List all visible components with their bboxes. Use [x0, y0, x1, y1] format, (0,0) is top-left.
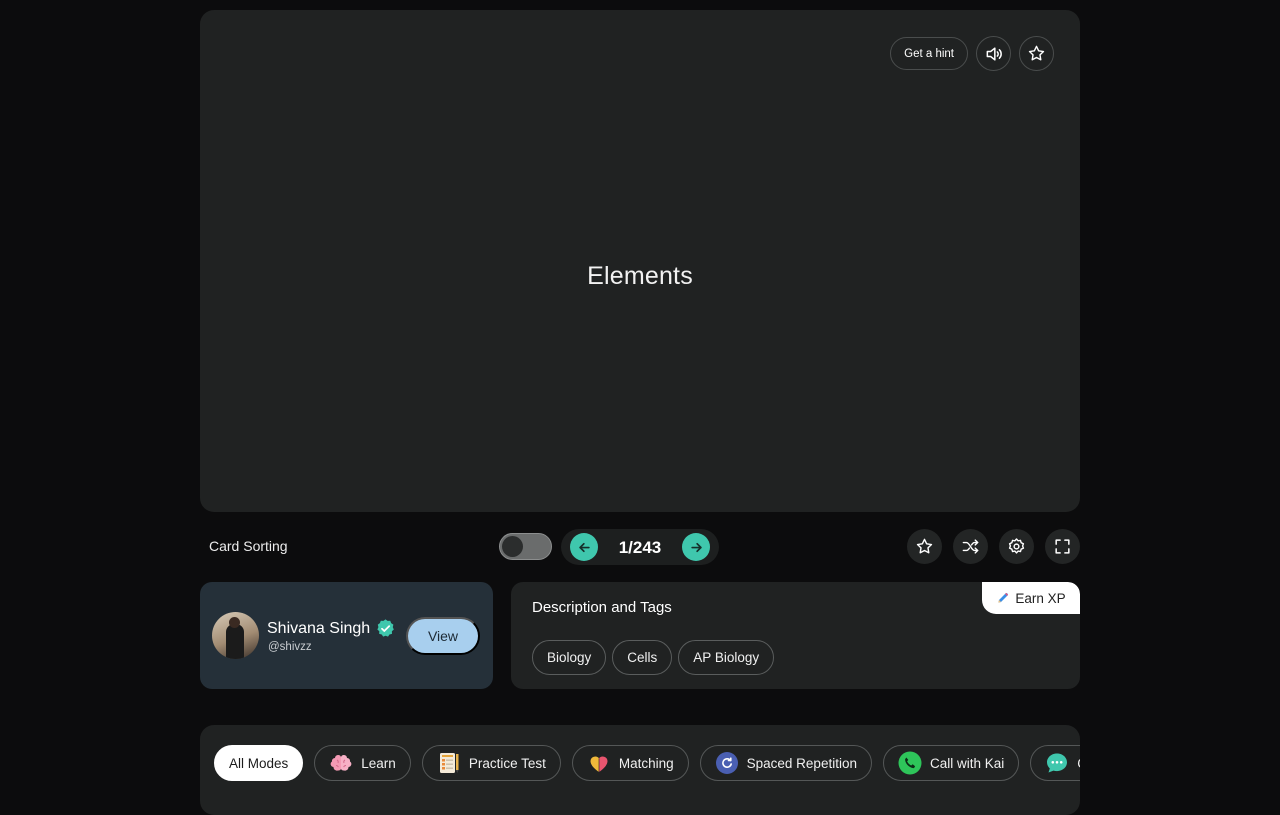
chat-icon — [1045, 751, 1069, 775]
author-card: Shivana Singh @shivzz View — [200, 582, 493, 689]
mode-matching[interactable]: Matching — [571, 745, 689, 781]
mode-label: Spaced Repetition — [746, 755, 857, 771]
card-term: Elements — [587, 262, 693, 290]
star-icon — [1028, 45, 1045, 61]
cycle-icon — [715, 751, 739, 775]
mode-label: Matching — [618, 755, 674, 771]
flashcard[interactable]: Get a hint Elements — [200, 10, 1080, 512]
card-sorting-toggle[interactable] — [499, 533, 552, 560]
audio-button[interactable] — [976, 36, 1011, 71]
avatar[interactable] — [212, 612, 259, 659]
fullscreen-button[interactable] — [1045, 529, 1080, 564]
card-actions: Get a hint — [890, 36, 1054, 71]
card-tools — [907, 529, 1080, 564]
mode-learn[interactable]: Learn — [314, 745, 411, 781]
avatar-figure — [226, 624, 244, 659]
settings-button[interactable] — [999, 529, 1034, 564]
tag-chip[interactable]: Cells — [612, 640, 673, 675]
mode-label: All Modes — [229, 755, 289, 771]
description-panel: Description and Tags Earn XP Biology Cel… — [511, 582, 1080, 689]
tag-chip[interactable]: AP Biology — [678, 640, 775, 675]
study-modes-panel: All Modes Learn Practice Test Matching S… — [200, 725, 1080, 815]
speaker-icon — [986, 46, 1002, 61]
card-controls: Card Sorting 1/243 — [200, 528, 1080, 566]
view-profile-button[interactable]: View — [406, 617, 480, 655]
mode-chat[interactable]: C — [1030, 745, 1080, 781]
heart-puzzle-icon — [587, 751, 611, 775]
mode-label: Learn — [361, 755, 396, 771]
test-sheet-icon — [437, 751, 461, 775]
next-card-button[interactable] — [682, 533, 710, 561]
tag-chip[interactable]: Biology — [532, 640, 607, 675]
star-icon — [916, 538, 933, 554]
gear-icon — [1008, 538, 1025, 554]
tag-list: Biology Cells AP Biology — [532, 640, 775, 675]
toggle-knob — [502, 536, 523, 557]
mode-label: C — [1077, 756, 1080, 771]
shuffle-button[interactable] — [953, 529, 988, 564]
arrow-right-icon — [690, 542, 702, 552]
description-title: Description and Tags — [532, 599, 672, 616]
author-name[interactable]: Shivana Singh — [267, 620, 370, 638]
fullscreen-icon — [1055, 539, 1070, 554]
get-hint-button[interactable]: Get a hint — [890, 37, 968, 70]
mode-all-modes[interactable]: All Modes — [214, 745, 304, 781]
author-handle: @shivzz — [268, 641, 312, 653]
avatar-head — [229, 617, 240, 628]
card-pager: 1/243 — [561, 529, 719, 565]
study-modes-list: All Modes Learn Practice Test Matching S… — [214, 745, 1080, 781]
card-sorting-label: Card Sorting — [209, 538, 288, 554]
earn-xp-label: Earn XP — [1015, 590, 1066, 606]
pencil-icon — [998, 592, 1009, 603]
mode-spaced-repetition[interactable]: Spaced Repetition — [699, 745, 872, 781]
mode-label: Call with Kai — [929, 755, 1005, 771]
shuffle-icon — [962, 539, 979, 554]
starred-filter-button[interactable] — [907, 529, 942, 564]
brain-icon — [329, 751, 353, 775]
mode-label: Practice Test — [468, 755, 546, 771]
star-card-button[interactable] — [1019, 36, 1054, 71]
earn-xp-button[interactable]: Earn XP — [982, 582, 1080, 614]
mode-call-with-kai[interactable]: Call with Kai — [882, 745, 1020, 781]
verified-badge-icon — [377, 619, 394, 637]
phone-icon — [898, 751, 922, 775]
mode-practice-test[interactable]: Practice Test — [421, 745, 561, 781]
